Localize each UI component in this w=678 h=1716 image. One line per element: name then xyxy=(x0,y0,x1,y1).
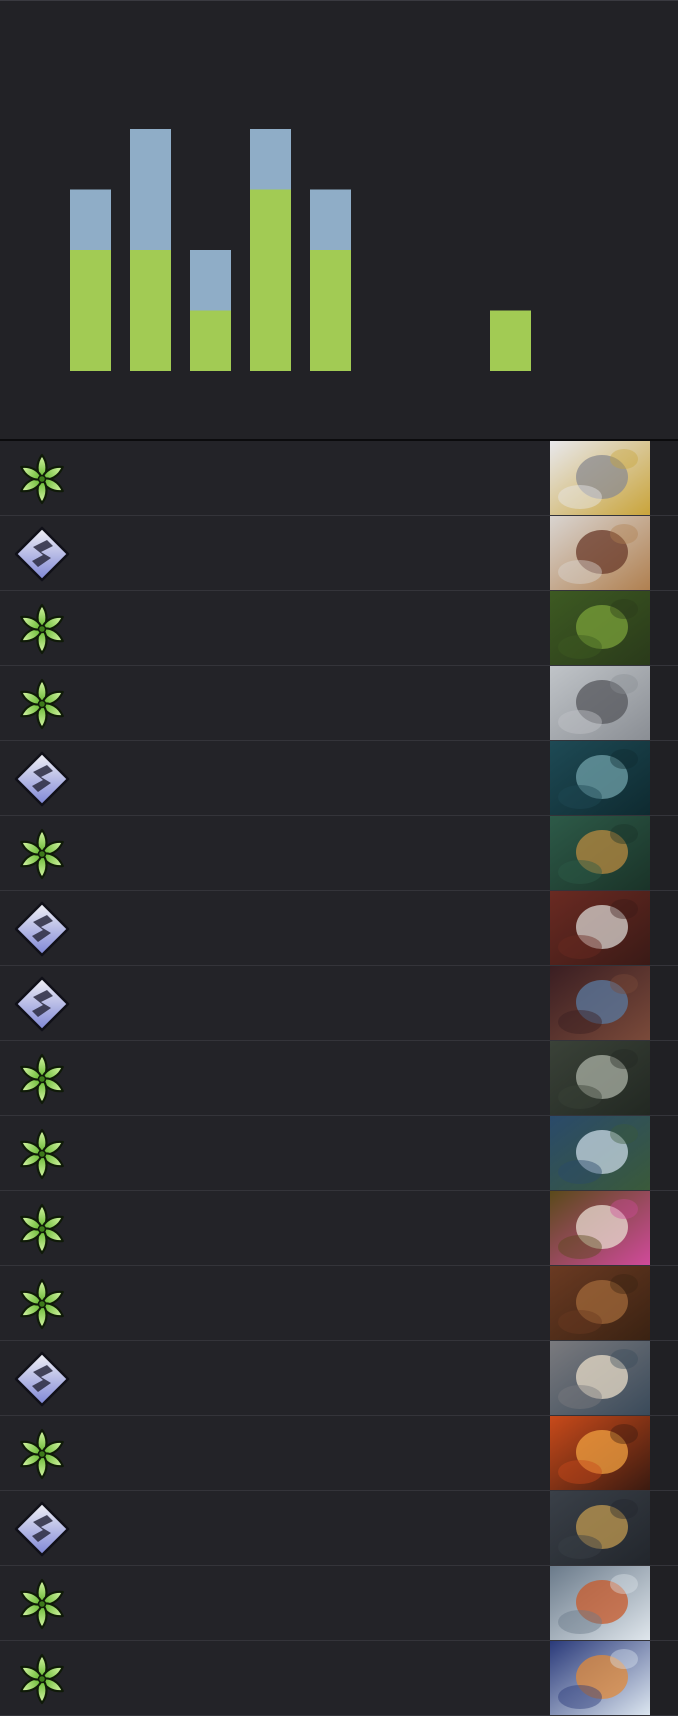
bar-2-series-1 xyxy=(190,250,231,311)
card-row[interactable] xyxy=(0,666,678,741)
leaf-icon xyxy=(12,1201,72,1257)
row-gutter xyxy=(650,966,678,1040)
diamond-icon xyxy=(12,901,72,957)
bar-7-series-0 xyxy=(490,310,531,371)
leaf-icon xyxy=(12,1651,72,1707)
card-row[interactable] xyxy=(0,816,678,891)
leaf-icon xyxy=(12,676,72,732)
row-gutter xyxy=(650,1641,678,1715)
bar-0-series-0 xyxy=(70,250,111,371)
bar-1-series-1 xyxy=(130,129,171,250)
diamond-icon xyxy=(12,1351,72,1407)
brute-art xyxy=(550,1491,650,1565)
viking-art xyxy=(550,1566,650,1640)
leaf-icon xyxy=(12,1276,72,1332)
blade-art xyxy=(550,516,650,590)
card-row[interactable] xyxy=(0,1341,678,1416)
knight-art xyxy=(550,666,650,740)
row-gutter xyxy=(650,816,678,890)
row-gutter xyxy=(650,1116,678,1190)
row-gutter xyxy=(650,1491,678,1565)
druids-art xyxy=(550,816,650,890)
card-row[interactable] xyxy=(0,516,678,591)
bar-3-series-0 xyxy=(250,189,291,371)
bar-4-series-1 xyxy=(310,189,351,250)
leaf-icon xyxy=(12,451,72,507)
leaf-icon xyxy=(12,1051,72,1107)
card-row[interactable] xyxy=(0,1191,678,1266)
bar-3-series-1 xyxy=(250,129,291,190)
leaf-icon xyxy=(12,1426,72,1482)
diamond-icon xyxy=(12,526,72,582)
card-row[interactable] xyxy=(0,1116,678,1191)
row-gutter xyxy=(650,1341,678,1415)
shieldmaiden-art xyxy=(550,1341,650,1415)
bar-1-series-0 xyxy=(130,250,171,371)
forest-art xyxy=(550,591,650,665)
card-row[interactable] xyxy=(0,891,678,966)
priestess-art xyxy=(550,966,650,1040)
card-list xyxy=(0,441,678,1716)
row-gutter xyxy=(650,666,678,740)
diamond-icon xyxy=(12,751,72,807)
row-gutter xyxy=(650,591,678,665)
row-gutter xyxy=(650,1041,678,1115)
row-gutter xyxy=(650,1266,678,1340)
row-gutter xyxy=(650,516,678,590)
diamond-icon xyxy=(12,1501,72,1557)
fox-art xyxy=(550,1641,650,1715)
card-row[interactable] xyxy=(0,741,678,816)
gargoyle-art xyxy=(550,741,650,815)
card-row[interactable] xyxy=(0,441,678,516)
mana-curve-plot xyxy=(70,129,531,371)
row-gutter xyxy=(650,1566,678,1640)
leaf-icon xyxy=(12,601,72,657)
row-gutter xyxy=(650,741,678,815)
card-row[interactable] xyxy=(0,1566,678,1641)
fire-art xyxy=(550,1416,650,1490)
row-gutter xyxy=(650,891,678,965)
rider-art xyxy=(550,1116,650,1190)
row-gutter xyxy=(650,441,678,515)
row-gutter xyxy=(650,1191,678,1265)
bar-0-series-1 xyxy=(70,189,111,250)
card-row[interactable] xyxy=(0,1041,678,1116)
card-row[interactable] xyxy=(0,966,678,1041)
skull-flower-art xyxy=(550,1191,650,1265)
card-row[interactable] xyxy=(0,1266,678,1341)
leaf-icon xyxy=(12,1576,72,1632)
golem-art xyxy=(550,1041,650,1115)
wolf-art xyxy=(550,891,650,965)
diamond-icon xyxy=(12,976,72,1032)
card-row[interactable] xyxy=(0,1491,678,1566)
bar-4-series-0 xyxy=(310,250,351,371)
row-gutter xyxy=(650,1416,678,1490)
owl-eye-art xyxy=(550,441,650,515)
leaf-icon xyxy=(12,826,72,882)
leaf-icon xyxy=(12,1126,72,1182)
card-row[interactable] xyxy=(0,1641,678,1716)
card-row[interactable] xyxy=(0,1416,678,1491)
mana-curve-chart xyxy=(0,0,678,440)
bar-2-series-0 xyxy=(190,310,231,371)
card-row[interactable] xyxy=(0,591,678,666)
ogre-art xyxy=(550,1266,650,1340)
